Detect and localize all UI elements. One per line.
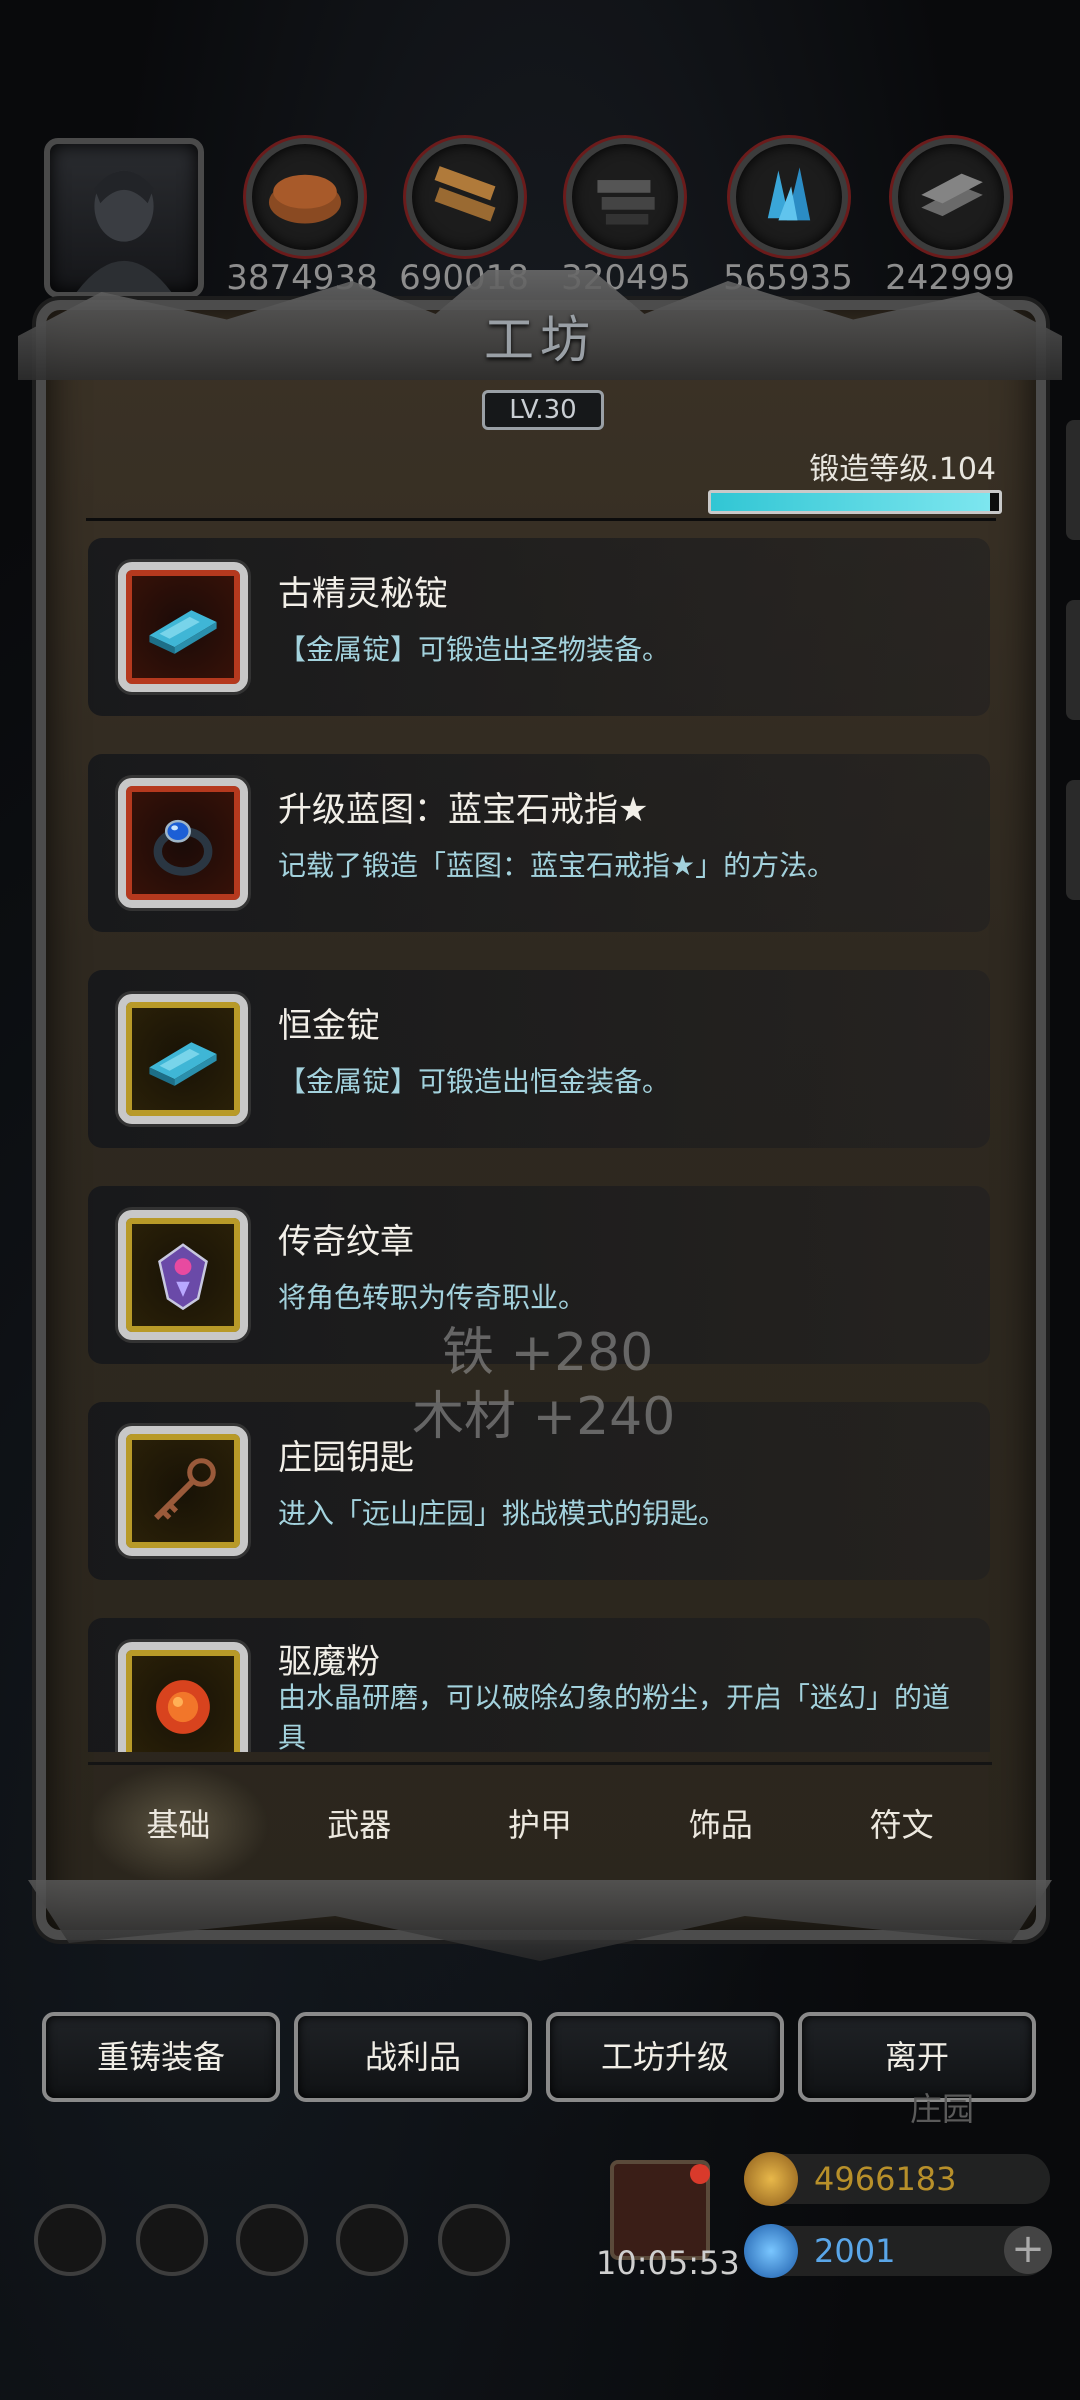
key-icon — [154, 1458, 216, 1520]
item-icon-frame — [118, 562, 248, 692]
settings-gear-icon[interactable] — [34, 2204, 106, 2276]
side-tab[interactable] — [1066, 600, 1080, 720]
list-item[interactable]: 古精灵秘锭 【金属锭】可锻造出圣物装备。 — [88, 538, 990, 716]
crystal-resource-icon — [730, 138, 848, 256]
blue-ingot-icon — [149, 1042, 217, 1086]
workshop-level-badge: LV.30 — [482, 390, 604, 430]
tab-weapon[interactable]: 武器 — [269, 1765, 450, 1885]
shop-icon[interactable] — [438, 2204, 510, 2276]
reforge-button[interactable]: 重铸装备 — [42, 2012, 280, 2102]
gold-coin-icon — [744, 2152, 798, 2206]
add-gems-button[interactable]: + — [1004, 2226, 1052, 2274]
item-title: 传奇纹章 — [278, 1222, 414, 1262]
portrait-icon — [76, 170, 172, 292]
workshop-upgrade-button[interactable]: 工坊升级 — [546, 2012, 784, 2102]
item-icon-frame — [118, 994, 248, 1124]
sapphire-ring-icon — [153, 819, 213, 876]
iron-resource-icon — [566, 138, 684, 256]
wood-resource-icon — [406, 138, 524, 256]
item-title: 古精灵秘锭 — [278, 574, 448, 614]
side-tab[interactable] — [1066, 420, 1080, 540]
list-item[interactable]: 驱魔粉 由水晶研磨，可以破除幻象的粉尘，开启「迷幻」的道具 — [88, 1618, 990, 1752]
item-desc: 【金属锭】可锻造出恒金装备。 — [278, 1065, 671, 1098]
side-tab[interactable] — [1066, 780, 1080, 900]
forge-level-label: 锻造等级.104 — [809, 452, 996, 487]
crest-icon — [158, 1243, 208, 1311]
behind-label: 庄园 — [910, 2090, 975, 2128]
panel-title: 工坊 — [484, 311, 596, 369]
tab-accessory[interactable]: 饰品 — [630, 1765, 811, 1885]
powder-icon — [156, 1680, 210, 1734]
player-avatar[interactable] — [44, 138, 204, 298]
list-item[interactable]: 恒金锭 【金属锭】可锻造出恒金装备。 — [88, 970, 990, 1148]
steel-resource-icon — [892, 138, 1010, 256]
mail-icon[interactable] — [336, 2204, 408, 2276]
item-icon-frame — [118, 1642, 248, 1752]
tab-armor[interactable]: 护甲 — [450, 1765, 631, 1885]
item-desc: 记载了锻造「蓝图：蓝宝石戒指★」的方法。 — [278, 849, 836, 882]
loot-button[interactable]: 战利品 — [294, 2012, 532, 2102]
item-title: 驱魔粉 — [278, 1642, 380, 1682]
gem-icon — [744, 2224, 798, 2278]
item-icon-frame — [118, 1210, 248, 1340]
character-icon[interactable] — [236, 2204, 308, 2276]
wood-gain-text: 木材 +240 — [412, 1387, 676, 1447]
item-title: 升级蓝图：蓝宝石戒指★ — [278, 790, 649, 830]
item-desc: 【金属锭】可锻造出圣物装备。 — [278, 633, 671, 666]
list-item[interactable]: 升级蓝图：蓝宝石戒指★ 记载了锻造「蓝图：蓝宝石戒指★」的方法。 — [88, 754, 990, 932]
tab-rune[interactable]: 符文 — [811, 1765, 992, 1885]
item-list[interactable]: 古精灵秘锭 【金属锭】可锻造出圣物装备。 升级蓝图：蓝宝石戒指★ 记载了锻造「蓝… — [88, 538, 990, 1752]
item-title: 恒金锭 — [278, 1006, 380, 1046]
forge-progress-fill — [711, 493, 991, 511]
item-desc: 进入「远山庄园」挑战模式的钥匙。 — [278, 1497, 727, 1530]
steel-count: 242999 — [885, 258, 1015, 298]
achievement-icon[interactable] — [136, 2204, 208, 2276]
category-tabs: 基础 武器 护甲 饰品 符文 — [88, 1762, 992, 1885]
item-title: 庄园钥匙 — [278, 1438, 414, 1478]
blue-ingot-icon — [149, 610, 217, 654]
item-icon-frame — [118, 778, 248, 908]
item-desc: 由水晶研磨，可以破除幻象的粉尘，开启「迷幻」的道具 — [278, 1681, 951, 1752]
item-icon-frame — [118, 1426, 248, 1556]
divider — [86, 518, 996, 521]
timer-label: 10:05:53 — [596, 2244, 740, 2282]
forge-progress-bar — [708, 490, 1002, 514]
leather-resource-icon — [246, 138, 364, 256]
notification-dot — [690, 2164, 710, 2184]
tab-basic[interactable]: 基础 — [88, 1765, 269, 1885]
